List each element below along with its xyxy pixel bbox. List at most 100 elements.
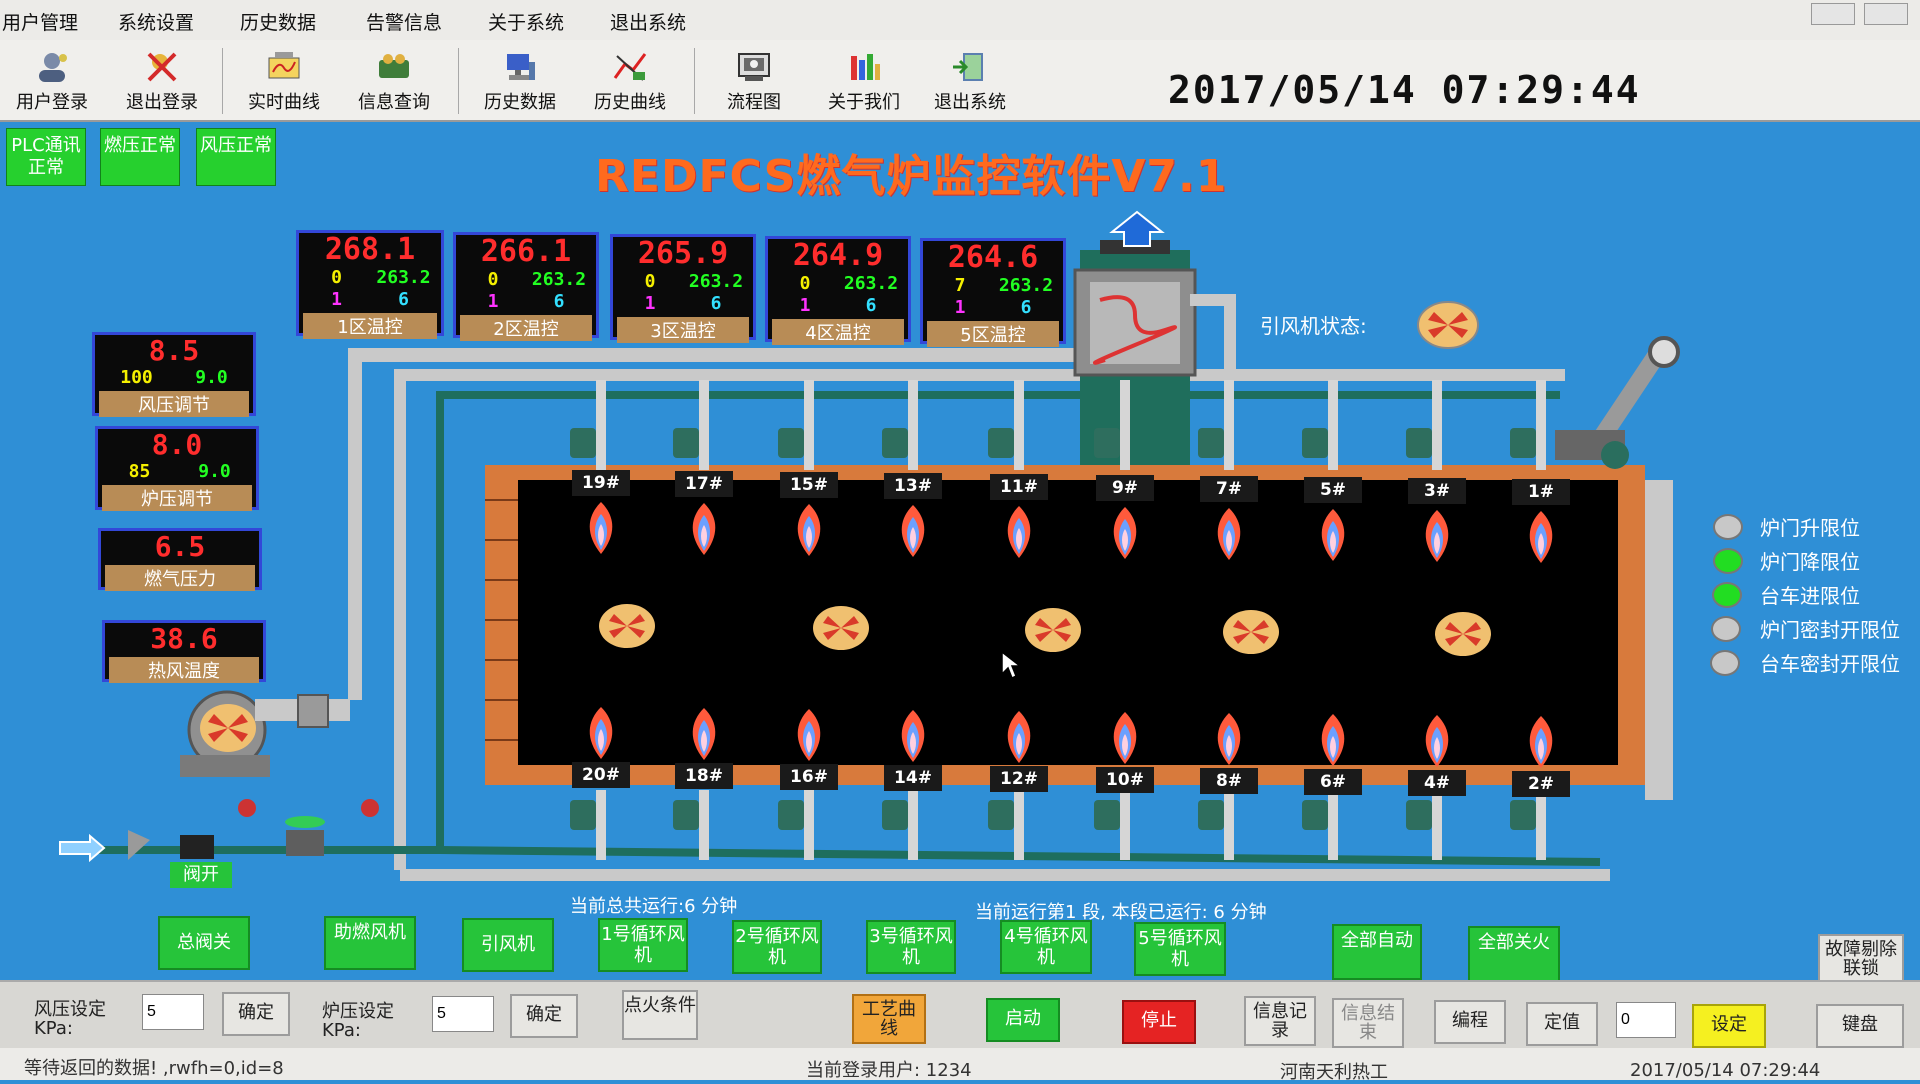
wind-setpoint-input[interactable] [142, 994, 204, 1030]
burner-valve-icon[interactable] [1302, 800, 1328, 830]
door-down-limit-lamp [1713, 548, 1743, 574]
burner-flame-icon [1007, 711, 1031, 763]
burner-label[interactable]: 5# [1304, 477, 1362, 503]
fixed-value-button[interactable]: 定值 [1526, 1002, 1598, 1046]
burner-pipe [1328, 380, 1338, 470]
circ-fan-5-button[interactable]: 5号循环风机 [1134, 922, 1226, 976]
burner-label[interactable]: 6# [1304, 769, 1362, 795]
burner-valve-icon[interactable] [778, 800, 804, 830]
ignition-conditions-button[interactable]: 点火条件 [622, 990, 698, 1040]
hot-air-temp-value: 38.6 [150, 622, 218, 655]
zone-label: 1区温控 [303, 313, 437, 339]
burner-label[interactable]: 2# [1512, 771, 1570, 797]
burner-valve-icon[interactable] [1094, 428, 1120, 458]
burner-label[interactable]: 12# [990, 766, 1048, 792]
circ-fan-1-button[interactable]: 1号循环风机 [598, 918, 688, 972]
burner-valve-icon[interactable] [778, 428, 804, 458]
all-auto-button[interactable]: 全部自动 [1332, 924, 1422, 980]
furnace-output: 85 [128, 461, 151, 482]
status-message: 等待返回的数据! ,rwfh=0,id=8 [24, 1058, 284, 1079]
furnace-confirm-button[interactable]: 确定 [510, 994, 578, 1038]
zone-a: 0 [644, 271, 656, 292]
burner-label[interactable]: 1# [1512, 479, 1570, 505]
burner-valve-icon[interactable] [1510, 428, 1536, 458]
burner-pipe [1224, 380, 1234, 470]
furnace-pressure-panel[interactable]: 8.0 85 9.0 炉压调节 [95, 426, 259, 511]
furnace-pressure-value: 8.0 [151, 428, 203, 461]
burner-label[interactable]: 9# [1096, 475, 1154, 501]
induced-fan-button[interactable]: 引风机 [462, 918, 554, 972]
zone-1-temp-panel[interactable]: 268.1 0 263.2 1 6 1区温控 [296, 230, 444, 339]
burner-label[interactable]: 7# [1200, 476, 1258, 502]
burner-pipe [1120, 790, 1130, 860]
main-valve-close-button[interactable]: 总阀关 [158, 916, 250, 970]
hot-air-temp-label: 热风温度 [109, 657, 259, 683]
burner-valve-icon[interactable] [1302, 428, 1328, 458]
cart-in-limit-lamp [1712, 582, 1742, 608]
burner-valve-icon[interactable] [673, 800, 699, 830]
burner-flame-icon [589, 502, 613, 554]
circ-fan-3-button[interactable]: 3号循环风机 [866, 920, 956, 974]
burner-valve-icon[interactable] [882, 800, 908, 830]
keyboard-button[interactable]: 键盘 [1816, 1004, 1904, 1048]
info-end-button[interactable]: 信息结束 [1332, 998, 1404, 1048]
burner-valve-icon[interactable] [1198, 428, 1224, 458]
combustion-fan-button[interactable]: 助燃风机 [324, 916, 416, 970]
wind-confirm-button[interactable]: 确定 [222, 992, 290, 1036]
induced-fan-status-label: 引风机状态: [1260, 314, 1367, 338]
burner-label[interactable]: 14# [884, 765, 942, 791]
zone-4-temp-panel[interactable]: 264.9 0 263.2 1 6 4区温控 [765, 236, 911, 345]
burner-valve-icon[interactable] [1510, 800, 1536, 830]
burner-pipe [1432, 790, 1442, 860]
burner-label[interactable]: 4# [1408, 770, 1466, 796]
info-record-button[interactable]: 信息记录 [1244, 996, 1316, 1046]
burner-label[interactable]: 18# [675, 763, 733, 789]
stop-button[interactable]: 停止 [1122, 1000, 1196, 1044]
burner-pipe [1328, 790, 1338, 860]
circ-fan-2-button[interactable]: 2号循环风机 [732, 920, 822, 974]
zone-2-temp-panel[interactable]: 266.1 0 263.2 1 6 2区温控 [453, 232, 599, 341]
burner-label[interactable]: 13# [884, 473, 942, 499]
burner-valve-icon[interactable] [673, 428, 699, 458]
wind-pressure-panel[interactable]: 8.5 100 9.0 风压调节 [92, 332, 256, 417]
burner-valve-icon[interactable] [988, 800, 1014, 830]
all-fire-off-button[interactable]: 全部关火 [1468, 926, 1560, 982]
process-curve-button[interactable]: 工艺曲线 [852, 994, 926, 1044]
wind-output: 100 [120, 367, 153, 388]
burner-pipe [1120, 380, 1130, 470]
start-button[interactable]: 启动 [986, 998, 1060, 1042]
burner-label[interactable]: 8# [1200, 768, 1258, 794]
burner-label[interactable]: 11# [990, 474, 1048, 500]
burner-valve-icon[interactable] [570, 428, 596, 458]
burner-label[interactable]: 17# [675, 471, 733, 497]
circ-fan-4-button[interactable]: 4号循环风机 [1000, 920, 1092, 974]
burner-pipe [1014, 790, 1024, 860]
burner-valve-icon[interactable] [1406, 800, 1432, 830]
burner-label[interactable]: 20# [572, 762, 630, 788]
burner-valve-icon[interactable] [1198, 800, 1224, 830]
burner-flame-icon [1425, 715, 1449, 767]
program-button[interactable]: 编程 [1434, 1000, 1506, 1044]
burner-label[interactable]: 19# [572, 470, 630, 496]
burner-label[interactable]: 16# [780, 764, 838, 790]
set-value-input[interactable] [1616, 1002, 1676, 1038]
burner-valve-icon[interactable] [570, 800, 596, 830]
burner-label[interactable]: 3# [1408, 478, 1466, 504]
fault-reset-button[interactable]: 故障剔除联锁 [1818, 934, 1904, 986]
burner-valve-icon[interactable] [1406, 428, 1432, 458]
burner-pipe [596, 380, 606, 470]
furnace-setpoint-label: 炉压设定 KPa: [322, 1001, 394, 1041]
burner-pipe [699, 380, 709, 470]
burner-valve-icon[interactable] [1094, 800, 1120, 830]
zone-5-temp-panel[interactable]: 264.6 7 263.2 1 6 5区温控 [920, 238, 1066, 347]
burner-valve-icon[interactable] [988, 428, 1014, 458]
burner-label[interactable]: 15# [780, 472, 838, 498]
burner-valve-icon[interactable] [882, 428, 908, 458]
burner-label[interactable]: 10# [1096, 767, 1154, 793]
zone-b: 1 [799, 295, 811, 316]
zone-b: 1 [331, 289, 342, 310]
circulation-fan-icon [1435, 612, 1491, 656]
set-button[interactable]: 设定 [1692, 1004, 1766, 1048]
zone-3-temp-panel[interactable]: 265.9 0 263.2 1 6 3区温控 [610, 234, 756, 343]
furnace-setpoint-input[interactable] [432, 996, 494, 1032]
